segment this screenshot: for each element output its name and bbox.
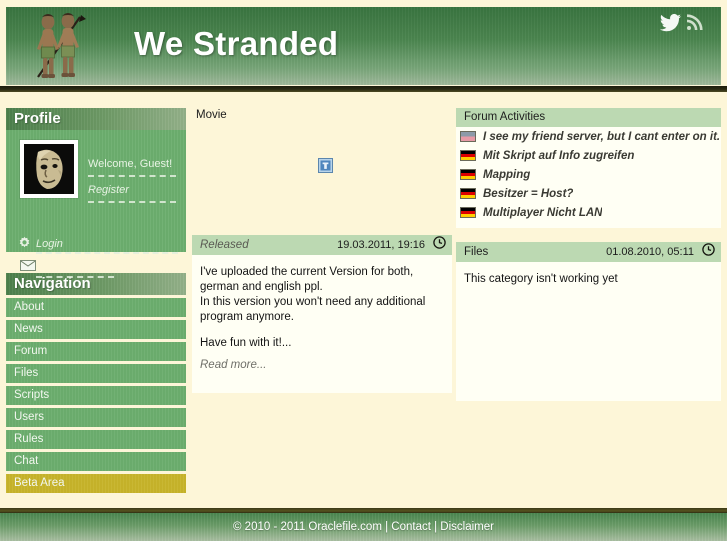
social-links [659, 13, 703, 36]
german-flag-icon [460, 169, 476, 180]
footer-text[interactable]: © 2010 - 2011 Oraclefile.com | Contact |… [0, 513, 727, 541]
sidebar: Profile Welcome, Guest! Register Login N… [6, 108, 186, 493]
read-more-link[interactable]: Read more... [192, 359, 452, 371]
sidebar-item-rules[interactable]: Rules [6, 430, 186, 449]
register-divider [88, 201, 176, 203]
sidebar-item-beta-area[interactable]: Beta Area [6, 474, 186, 493]
footer-bar: © 2010 - 2011 Oraclefile.com | Contact |… [0, 513, 727, 541]
german-flag-icon [460, 188, 476, 199]
forum-activity-title: Mit Skript auf Info zugreifen [483, 149, 635, 162]
avatar-image [24, 144, 74, 194]
forum-spacer [456, 222, 721, 228]
article-date: 19.03.2011, 19:16 [337, 239, 425, 251]
welcome-text: Welcome, Guest! [88, 158, 173, 170]
article-released: Released 19.03.2011, 19:16 I've uploaded… [192, 235, 452, 393]
mail-icon[interactable] [20, 260, 36, 274]
clock-icon [433, 235, 446, 255]
movie-section: Movie [192, 100, 452, 235]
forum-activity-item[interactable]: Mapping [456, 165, 721, 184]
article-title: Files [464, 246, 489, 258]
sidebar-item-news[interactable]: News [6, 320, 186, 339]
forum-activity-title: Besitzer = Host? [483, 187, 574, 200]
forum-activities-list: I see my friend server, but I cant enter… [456, 127, 721, 222]
login-link[interactable]: Login [18, 236, 63, 252]
sidebar-item-chat[interactable]: Chat [6, 452, 186, 471]
article-paragraph: This category isn't working yet [464, 273, 618, 285]
footer-base [0, 541, 727, 545]
twitter-icon[interactable] [659, 13, 682, 36]
site-footer: © 2010 - 2011 Oraclefile.com | Contact |… [0, 508, 727, 545]
article-body: I've uploaded the current Version for bo… [192, 255, 452, 359]
login-divider [36, 252, 178, 254]
article-body: This category isn't working yet [456, 262, 721, 401]
german-flag-icon [460, 150, 476, 161]
article-paragraph: I've uploaded the current Version for bo… [200, 266, 426, 323]
article-files: Files 01.08.2010, 05:11 This category is… [456, 242, 721, 401]
content-area: Profile Welcome, Guest! Register Login N… [0, 92, 727, 508]
article-title: Released [200, 239, 249, 251]
sidebar-item-about[interactable]: About [6, 298, 186, 317]
mail-divider [36, 276, 114, 278]
profile-panel: Welcome, Guest! Register Login [6, 130, 186, 278]
right-column: Forum Activities I see my friend server,… [456, 108, 721, 401]
clock-icon [702, 242, 715, 262]
welcome-divider [88, 175, 176, 177]
forum-activity-title: I see my friend server, but I cant enter… [483, 130, 721, 143]
site-header: We Stranded [0, 0, 727, 92]
forum-activities-heading: Forum Activities [456, 108, 721, 127]
banner-shading [6, 7, 721, 85]
forum-activity-item[interactable]: Besitzer = Host? [456, 184, 721, 203]
article-paragraph: Have fun with it!... [200, 337, 292, 349]
tribal-warriors-logo-icon [24, 9, 100, 83]
forum-activity-item[interactable]: Multiplayer Nicht LAN [456, 203, 721, 222]
register-link[interactable]: Register [88, 184, 129, 196]
forum-activity-item[interactable]: I see my friend server, but I cant enter… [456, 127, 721, 146]
gear-icon [18, 236, 31, 252]
forum-activity-title: Mapping [483, 168, 531, 181]
navigation-list: About News Forum Files Scripts Users Rules Chat… [6, 298, 186, 493]
broken-image-placeholder-icon[interactable] [318, 158, 333, 173]
login-label: Login [36, 238, 63, 250]
article-spacer [192, 371, 452, 393]
profile-panel-heading: Profile [6, 108, 186, 130]
rss-icon[interactable] [685, 14, 703, 35]
sidebar-item-users[interactable]: Users [6, 408, 186, 427]
german-flag-icon [460, 207, 476, 218]
forum-activities-panel: Forum Activities I see my friend server,… [456, 108, 721, 228]
sidebar-item-scripts[interactable]: Scripts [6, 386, 186, 405]
sidebar-item-forum[interactable]: Forum [6, 342, 186, 361]
site-title: We Stranded [134, 25, 339, 62]
page-root: We Stranded Profile Welcome, Guest! Regi… [0, 0, 727, 545]
article-header: Released 19.03.2011, 19:16 [192, 235, 452, 255]
article-date: 01.08.2010, 05:11 [606, 246, 694, 258]
uk-flag-icon [460, 131, 476, 142]
movie-label: Movie [196, 109, 227, 121]
navigation-panel: Navigation About News Forum Files Scripts Use… [6, 273, 186, 493]
center-column: Movie Released 19.03.2011, 19:16 I've up… [192, 100, 452, 393]
sidebar-item-files[interactable]: Files [6, 364, 186, 383]
forum-activity-item[interactable]: Mit Skript auf Info zugreifen [456, 146, 721, 165]
article-header: Files 01.08.2010, 05:11 [456, 242, 721, 262]
forum-activity-title: Multiplayer Nicht LAN [483, 206, 603, 219]
header-banner: We Stranded [6, 7, 721, 85]
avatar[interactable] [20, 140, 78, 198]
